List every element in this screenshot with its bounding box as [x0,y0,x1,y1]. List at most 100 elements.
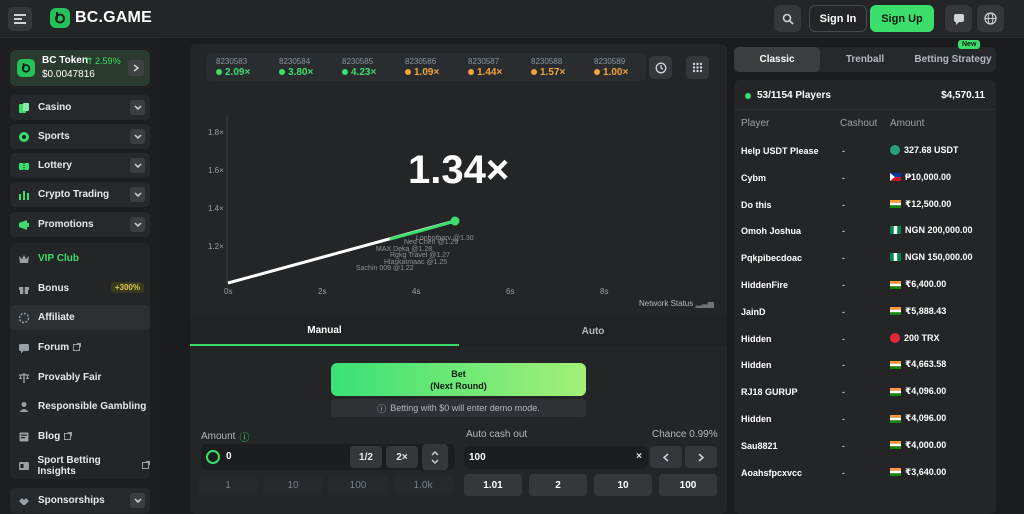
player-row[interactable]: Cybm - ₱10,000.00 [734,165,996,191]
sidebar-item-vip-club[interactable]: VIP Club [10,246,150,271]
player-row[interactable]: HiddenFire - ₹6,400.00 [734,272,996,298]
sidebar-item-blog[interactable]: Blog [10,424,150,449]
person-icon [17,400,31,414]
cashout-preset-button[interactable]: 100 [659,474,717,496]
token-name: BC Token [42,55,88,66]
cashout-preset-button[interactable]: 10 [594,474,652,496]
player-amount: ₹4,096.00 [890,386,946,397]
tab-manual[interactable]: Manual [190,316,459,346]
cashout-preset-button[interactable]: 1.01 [464,474,522,496]
info-icon[interactable]: ⓘ [239,429,249,444]
auto-cashout-input[interactable]: 100 × [464,446,648,469]
logo-icon [50,8,70,28]
half-amount-button[interactable]: 1/2 [350,446,382,468]
demo-mode-note: ⓘ Betting with $0 will enter demo mode. [331,399,586,417]
amount-preset-button[interactable]: 100 [328,475,388,495]
cashout-decrease-button[interactable] [650,446,682,468]
player-cashout: - [842,199,845,210]
token-arrow-button[interactable] [128,60,144,76]
player-cashout: - [842,360,845,371]
search-button[interactable] [774,5,801,32]
amount-label: Amount ⓘ [201,429,250,444]
cashout-label: Rgkg Travel @1.27 [390,252,450,259]
chevron-down-icon[interactable] [130,493,145,508]
india-flag-icon [890,200,901,209]
sidebar-item-bonus[interactable]: Bonus +300% [10,276,150,301]
player-cashout: - [842,172,845,183]
amount-preset-button[interactable]: 10 [263,475,323,495]
chevron-down-icon[interactable] [130,187,145,202]
cashout-increase-button[interactable] [685,446,717,468]
chevron-right-icon [133,64,139,72]
menu-toggle-button[interactable] [8,7,32,31]
chevron-left-icon [663,452,669,462]
india-flag-icon [890,360,901,369]
amount-stepper[interactable] [422,444,448,470]
forum-icon [17,341,31,355]
language-button[interactable] [977,5,1004,32]
tab-trenball[interactable]: Trenball [822,47,908,72]
top-bar: BC.GAME Sign In Sign Up [0,0,1024,38]
chevron-down-icon[interactable] [130,217,145,232]
player-row[interactable]: Omoh Joshua - NGN 200,000.00 [734,218,996,244]
chat-button[interactable] [945,5,972,32]
sidebar-item-sports[interactable]: Sports [10,124,150,149]
sidebar-item-casino[interactable]: Casino [10,95,150,120]
blog-icon [17,430,31,444]
cashout-label: Sachin 009 @1.22 [356,265,414,272]
sign-up-button[interactable]: Sign Up [870,5,934,32]
crown-icon [17,252,31,266]
sidebar-item-forum[interactable]: Forum [10,335,150,360]
player-amount: NGN 200,000.00 [890,225,973,235]
sign-in-button[interactable]: Sign In [809,5,867,32]
player-row[interactable]: Sau8821 - ₹4,000.00 [734,433,996,459]
chevron-down-icon[interactable] [130,129,145,144]
sidebar-item-provably-fair[interactable]: Provably Fair [10,365,150,390]
amount-preset-button[interactable]: 1.0k [393,475,453,495]
sidebar-item-affiliate[interactable]: Affiliate [10,305,150,330]
chevron-down-icon[interactable] [130,158,145,173]
cashout-preset-button[interactable]: 2 [529,474,587,496]
player-row[interactable]: RJ18 GURUP - ₹4,096.00 [734,379,996,405]
multiplier-suffix: × [636,451,642,462]
player-cashout: - [842,280,845,290]
token-change: ⇈ 2.59% [85,56,121,66]
tab-betting-strategy[interactable]: Betting Strategy [910,47,996,72]
search-icon [782,13,794,25]
sidebar-item-crypto-trading[interactable]: Crypto Trading [10,182,150,207]
player-row[interactable]: Do this - ₹12,500.00 [734,192,996,218]
logo[interactable]: BC.GAME [50,8,152,28]
player-row[interactable]: Aoahsfpcxvcc - ₹3,640.00 [734,460,996,486]
player-row[interactable]: Help USDT Please - 327.68 USDT [734,138,996,164]
player-row[interactable]: JainD - ₹5,888.43 [734,299,996,325]
sidebar-item-sport-betting-insights[interactable]: Sport Betting Insights [10,453,150,478]
player-row[interactable]: Pqkpibecdoac - NGN 150,000.00 [734,245,996,271]
x-tick-label: 4s [412,287,420,296]
x-tick-label: 2s [318,287,326,296]
player-amount: 200 TRX [890,332,940,343]
tab-classic[interactable]: Classic [734,47,820,72]
player-row[interactable]: Hidden - 200 TRX [734,326,996,352]
double-amount-button[interactable]: 2× [386,446,418,468]
sidebar-item-responsible-gambling[interactable]: Responsible Gambling [10,394,150,419]
coin-icon [206,450,220,464]
player-name: Pqkpibecdoac [741,253,803,264]
sidebar-item-sponsorships[interactable]: Sponsorships [10,488,150,513]
amount-preset-button[interactable]: 1 [198,475,258,495]
chat-icon [953,13,964,25]
bc-token-card[interactable]: BC Token ⇈ 2.59% $0.0047816 [10,50,150,86]
chevron-down-icon[interactable] [130,100,145,115]
chevron-right-icon [698,452,704,462]
affiliate-icon [17,311,31,325]
logo-text: BC.GAME [75,9,152,26]
player-amount: 327.68 USDT [890,145,959,155]
sidebar-item-promotions[interactable]: Promotions [10,212,150,237]
player-row[interactable]: Hidden - ₹4,096.00 [734,406,996,432]
usdt-icon [890,145,900,155]
player-cashout: - [842,146,845,156]
sidebar-item-lottery[interactable]: Lottery [10,153,150,178]
player-row[interactable]: Hidden - ₹4,663.58 [734,352,996,378]
bet-button[interactable]: Bet (Next Round) [331,363,586,396]
chart-icon [17,188,31,202]
tab-auto[interactable]: Auto [459,316,727,346]
